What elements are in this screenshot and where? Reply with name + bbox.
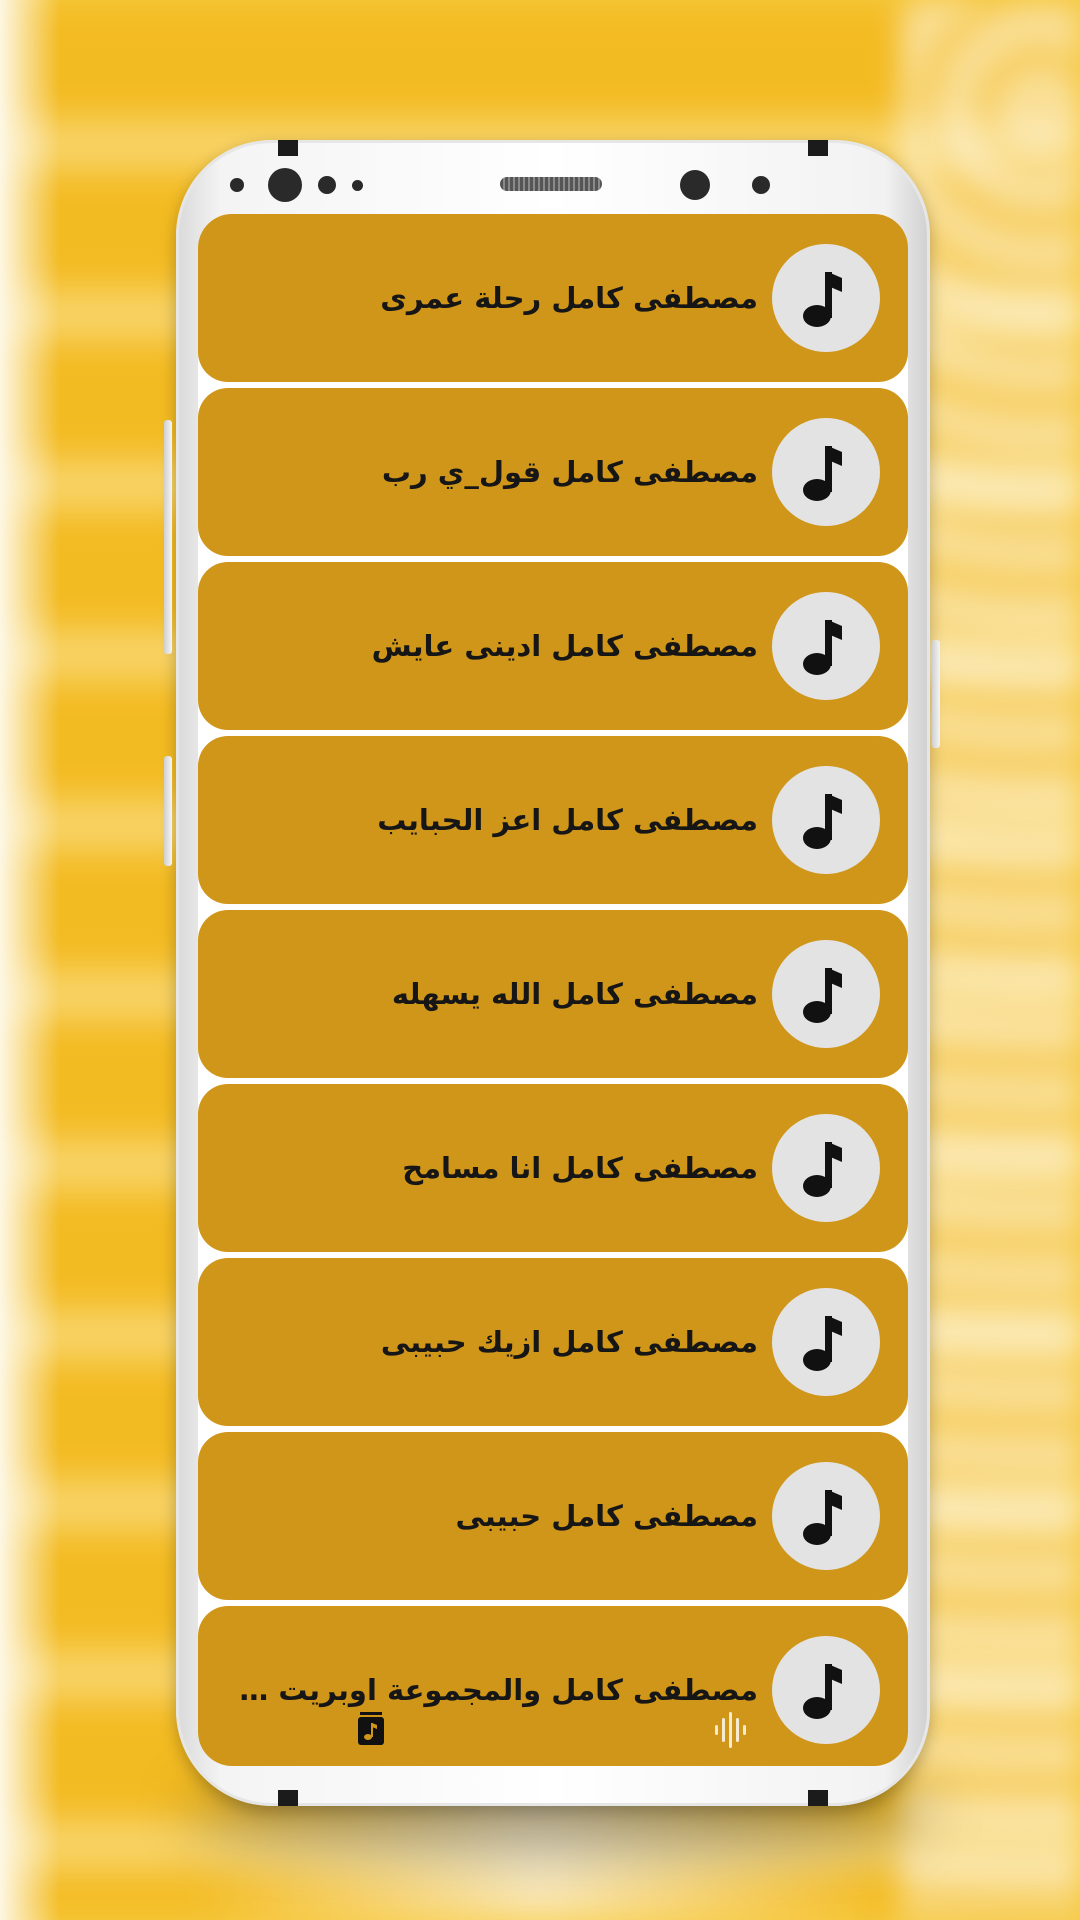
music-library-icon[interactable] — [356, 1712, 386, 1750]
music-note-icon — [772, 418, 880, 526]
audio-wave-icon[interactable] — [714, 1712, 748, 1752]
sensor-dot — [230, 178, 244, 192]
background-glow — [0, 0, 60, 1920]
song-item[interactable]: مصطفى كامل رحلة عمرى — [198, 214, 908, 382]
antenna-band — [278, 1790, 298, 1806]
song-title: مصطفى كامل قول_ي رب — [381, 455, 758, 489]
song-title: مصطفى كامل والمجموعة اوبريت ت... — [238, 1673, 758, 1707]
music-note-icon — [772, 1636, 880, 1744]
song-title: مصطفى كامل الله يسهله — [391, 977, 758, 1011]
music-note-icon — [772, 1288, 880, 1396]
front-camera-icon — [268, 168, 302, 202]
music-note-icon — [772, 1462, 880, 1570]
song-title: مصطفى كامل ادينى عايش — [371, 629, 758, 663]
song-item[interactable]: مصطفى كامل اعز الحبايب — [198, 736, 908, 904]
song-item[interactable]: مصطفى كامل قول_ي رب — [198, 388, 908, 556]
antenna-band — [808, 1790, 828, 1806]
iris-scanner-icon — [680, 170, 710, 200]
music-note-icon — [772, 592, 880, 700]
antenna-band — [808, 140, 828, 156]
music-note-icon — [772, 766, 880, 874]
song-title: مصطفى كامل انا مسامح — [402, 1151, 758, 1185]
song-title: مصطفى كامل رحلة عمرى — [380, 281, 758, 315]
song-item[interactable]: مصطفى كامل ازيك حبيبى — [198, 1258, 908, 1426]
song-item[interactable]: مصطفى كامل حبيبى — [198, 1432, 908, 1600]
earpiece-speaker — [500, 177, 602, 191]
music-note-icon — [772, 1114, 880, 1222]
sensor-dot — [318, 176, 336, 194]
song-item[interactable]: مصطفى كامل والمجموعة اوبريت ت... — [198, 1606, 908, 1766]
song-item[interactable]: مصطفى كامل انا مسامح — [198, 1084, 908, 1252]
song-title: مصطفى كامل حبيبى — [455, 1499, 758, 1533]
song-item[interactable]: مصطفى كامل ادينى عايش — [198, 562, 908, 730]
music-note-icon — [772, 940, 880, 1048]
bixby-button — [164, 420, 172, 654]
power-button — [932, 640, 940, 748]
antenna-band — [278, 140, 298, 156]
phone-frame: مصطفى كامل رحلة عمرى مصطفى كامل قول_ي رب… — [164, 140, 940, 1806]
screen: مصطفى كامل رحلة عمرى مصطفى كامل قول_ي رب… — [198, 214, 908, 1766]
volume-button — [164, 756, 172, 866]
song-item[interactable]: مصطفى كامل الله يسهله — [198, 910, 908, 1078]
sensor-dot — [352, 180, 363, 191]
song-title: مصطفى كامل اعز الحبايب — [377, 803, 758, 837]
music-note-icon — [772, 244, 880, 352]
song-title: مصطفى كامل ازيك حبيبى — [380, 1325, 758, 1359]
sensor-dot — [752, 176, 770, 194]
